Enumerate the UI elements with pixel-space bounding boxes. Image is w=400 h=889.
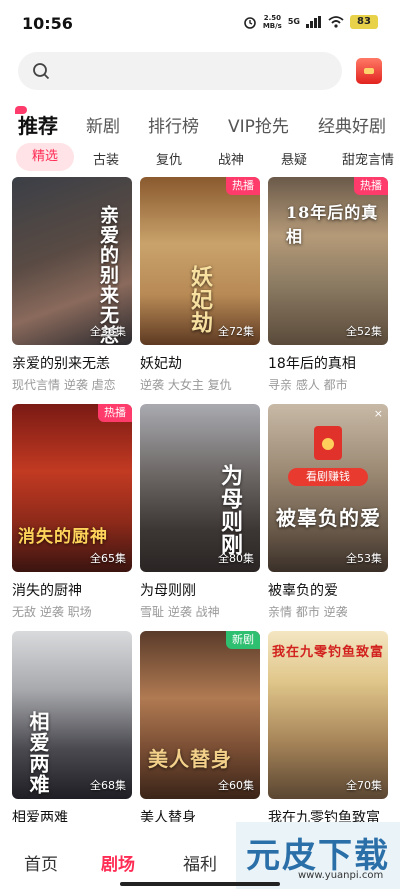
wifi-icon <box>328 16 344 28</box>
drama-tags: 雪耻 逆袭 战神 <box>140 605 220 619</box>
main-tabs: 推荐 新剧 排行榜 VIP抢先 经典好剧 <box>0 106 400 142</box>
drama-tags: 无敌 逆袭 职场 <box>12 605 92 619</box>
ad-earn-label[interactable]: 看剧赚钱 <box>288 468 368 486</box>
tab-recommend[interactable]: 推荐 <box>18 110 58 139</box>
drama-poster[interactable]: 18年后的真相 热播 全52集 <box>268 177 388 345</box>
drama-title[interactable]: 亲爱的别来无恙 <box>12 353 110 373</box>
nav-theater[interactable]: 剧场 <box>101 850 135 875</box>
category-romance[interactable]: 甜宠言情 <box>342 149 394 168</box>
drama-tags: 现代言情 逆袭 虐恋 <box>12 378 116 392</box>
poster-title: 我在九零钓鱼致富 <box>272 645 385 660</box>
drama-poster[interactable]: 妖妃劫 热播 全72集 <box>140 177 260 345</box>
hot-badge: 热播 <box>226 177 260 195</box>
net-speed-value: 2.50 <box>263 14 281 22</box>
poster-title: 为母则刚 <box>217 464 243 556</box>
tab-new-drama[interactable]: 新剧 <box>86 112 120 137</box>
episode-count: 全68集 <box>90 779 126 792</box>
drama-poster[interactable]: 相爱两难 全68集 <box>12 631 132 799</box>
battery-indicator: 83 <box>350 15 378 29</box>
drama-tags: 亲情 都市 逆袭 <box>268 605 348 619</box>
category-row: 精选 古装 复仇 战神 悬疑 甜宠言情 <box>0 143 400 171</box>
drama-title[interactable]: 18年后的真相 <box>268 353 356 373</box>
episode-count: 全80集 <box>218 552 254 565</box>
tab-vip-preview[interactable]: VIP抢先 <box>228 112 289 137</box>
status-time: 10:56 <box>22 14 73 33</box>
watermark-url: www.yuanpi.com <box>298 870 384 881</box>
poster-title: 被辜负的爱 <box>276 506 381 530</box>
poster-title: 消失的厨神 <box>18 527 108 547</box>
nav-home[interactable]: 首页 <box>24 850 58 875</box>
signal-label: 5G <box>287 17 300 26</box>
search-input[interactable] <box>18 52 342 90</box>
poster-title: 妖妃劫 <box>187 265 213 334</box>
episode-count: 全65集 <box>90 552 126 565</box>
status-bar: 10:56 2.50 MB/s 5G 83 <box>0 0 400 48</box>
tab-ranking[interactable]: 排行榜 <box>148 112 199 137</box>
drama-poster[interactable]: × 看剧赚钱 被辜负的爱 全53集 <box>268 404 388 572</box>
category-revenge[interactable]: 复仇 <box>156 149 182 168</box>
drama-poster[interactable]: 亲爱的别来无恙 全36集 <box>12 177 132 345</box>
red-envelope-icon <box>314 426 342 460</box>
episode-count: 全72集 <box>218 325 254 338</box>
status-icons: 2.50 MB/s 5G 83 <box>243 14 378 30</box>
alarm-icon <box>244 17 256 29</box>
drama-poster[interactable]: 我在九零钓鱼致富 全70集 <box>268 631 388 799</box>
drama-poster[interactable]: 为母则刚 全80集 <box>140 404 260 572</box>
net-speed-unit: MB/s <box>262 22 282 30</box>
drama-title[interactable]: 为母则刚 <box>140 580 196 600</box>
drama-poster[interactable]: 消失的厨神 热播 全65集 <box>12 404 132 572</box>
tab-classic[interactable]: 经典好剧 <box>318 112 386 137</box>
poster-title: 18年后的真相 <box>286 203 379 246</box>
nav-welfare[interactable]: 福利 <box>183 850 217 875</box>
category-costume[interactable]: 古装 <box>93 149 119 168</box>
episode-count: 全60集 <box>218 779 254 792</box>
category-war-god[interactable]: 战神 <box>218 149 244 168</box>
drama-tags: 寻亲 感人 都市 <box>268 378 348 392</box>
home-indicator <box>120 882 280 886</box>
drama-tags: 逆袭 大女主 复仇 <box>140 378 232 392</box>
hot-badge: 热播 <box>98 404 132 422</box>
network-speed: 2.50 MB/s <box>263 14 282 30</box>
drama-title[interactable]: 消失的厨神 <box>12 580 82 600</box>
episode-count: 全53集 <box>346 552 382 565</box>
watermark-logo: 元皮下载 www.yuanpi.com <box>236 822 400 889</box>
episode-count: 全70集 <box>346 779 382 792</box>
search-row <box>18 52 382 94</box>
category-mystery[interactable]: 悬疑 <box>281 149 307 168</box>
episode-count: 全36集 <box>90 325 126 338</box>
drama-title[interactable]: 被辜负的爱 <box>268 580 338 600</box>
drama-poster[interactable]: 美人替身 新剧 全60集 <box>140 631 260 799</box>
drama-title[interactable]: 妖妃劫 <box>140 353 182 373</box>
cellular-bars-icon <box>306 16 321 28</box>
hot-badge: 热播 <box>354 177 388 195</box>
poster-title: 相爱两难 <box>26 711 50 795</box>
episode-count: 全52集 <box>346 325 382 338</box>
category-featured[interactable]: 精选 <box>16 143 74 171</box>
close-ad-icon[interactable]: × <box>374 407 383 420</box>
red-packet-icon[interactable] <box>356 58 382 84</box>
signal-icon: 5G <box>288 18 300 26</box>
new-badge: 新剧 <box>226 631 260 649</box>
poster-title: 美人替身 <box>148 747 232 771</box>
search-icon <box>33 63 50 80</box>
